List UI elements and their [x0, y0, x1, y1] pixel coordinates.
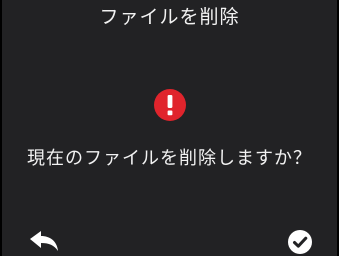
check-circle-icon	[288, 230, 312, 254]
dialog-message: 現在のファイルを削除しますか？	[27, 148, 312, 169]
exclamation-circle-icon	[154, 89, 186, 121]
reply-arrow-icon	[30, 231, 58, 251]
screen-edge-left	[0, 0, 2, 256]
delete-file-dialog: ファイルを削除 現在のファイルを削除しますか？	[0, 0, 339, 256]
dialog-title: ファイルを削除	[99, 6, 240, 28]
confirm-button[interactable]	[287, 229, 313, 255]
back-button[interactable]	[26, 228, 62, 254]
